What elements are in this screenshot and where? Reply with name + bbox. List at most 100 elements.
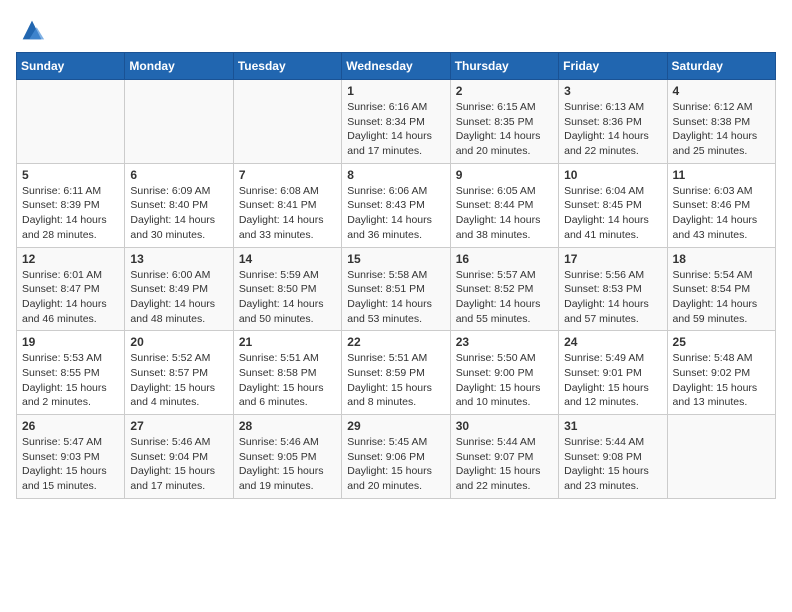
weekday-header-saturday: Saturday [667,53,775,80]
calendar-cell [125,80,233,164]
weekday-header-sunday: Sunday [17,53,125,80]
calendar-cell: 19Sunrise: 5:53 AM Sunset: 8:55 PM Dayli… [17,331,125,415]
weekday-header-wednesday: Wednesday [342,53,450,80]
calendar-cell [17,80,125,164]
calendar-cell: 13 Sunrise: 6:00 AM Sunset: 8:49 PM Dayli… [125,247,233,331]
day-info: Sunrise: 6:04 AM Sunset: 8:45 PM Dayligh… [564,184,661,243]
calendar-cell: 28 Sunrise: 5:46 AM Sunset: 9:05 PM Dayli… [233,415,341,499]
calendar-cell: 3Sunrise: 6:13 AM Sunset: 8:36 PM Daylig… [559,80,667,164]
calendar-cell [667,415,775,499]
calendar-table: SundayMondayTuesdayWednesdayThursdayFrid… [16,52,776,499]
calendar-cell: 26 Sunrise: 5:47 AM Sunset: 9:03 PM Dayli… [17,415,125,499]
calendar-cell: 11Sunrise: 6:03 AM Sunset: 8:46 PM Dayli… [667,163,775,247]
weekday-header-thursday: Thursday [450,53,558,80]
day-number: 2 [456,84,553,98]
day-info: Sunrise: 5:51 AM Sunset: 8:58 PM Dayligh… [239,351,336,410]
day-number: 5 [22,168,119,182]
day-info: Sunrise: 5:59 AM Sunset: 8:50 PM Dayligh… [239,268,336,327]
calendar-cell: 10 Sunrise: 6:04 AM Sunset: 8:45 PM Dayli… [559,163,667,247]
calendar-cell: 31 Sunrise: 5:44 AM Sunset: 9:08 PM Dayli… [559,415,667,499]
calendar-cell: 12 Sunrise: 6:01 AM Sunset: 8:47 PM Dayli… [17,247,125,331]
calendar-cell: 17 Sunrise: 5:56 AM Sunset: 8:53 PM Dayli… [559,247,667,331]
calendar-cell: 23Sunrise: 5:50 AM Sunset: 9:00 PM Dayli… [450,331,558,415]
day-info: Sunrise: 6:00 AM Sunset: 8:49 PM Dayligh… [130,268,227,327]
day-info: Sunrise: 6:06 AM Sunset: 8:43 PM Dayligh… [347,184,444,243]
calendar-cell: 25Sunrise: 5:48 AM Sunset: 9:02 PM Dayli… [667,331,775,415]
day-info: Sunrise: 6:08 AM Sunset: 8:41 PM Dayligh… [239,184,336,243]
calendar-cell: 7 Sunrise: 6:08 AM Sunset: 8:41 PM Daylig… [233,163,341,247]
day-number: 7 [239,168,336,182]
day-info: Sunrise: 6:16 AM Sunset: 8:34 PM Dayligh… [347,100,444,159]
calendar-cell: 4 Sunrise: 6:12 AM Sunset: 8:38 PM Daylig… [667,80,775,164]
day-info: Sunrise: 6:09 AM Sunset: 8:40 PM Dayligh… [130,184,227,243]
day-number: 15 [347,252,444,266]
calendar-cell: 14 Sunrise: 5:59 AM Sunset: 8:50 PM Dayli… [233,247,341,331]
day-number: 14 [239,252,336,266]
day-info: Sunrise: 6:11 AM Sunset: 8:39 PM Dayligh… [22,184,119,243]
day-info: Sunrise: 5:57 AM Sunset: 8:52 PM Dayligh… [456,268,553,327]
calendar-cell: 9 Sunrise: 6:05 AM Sunset: 8:44 PM Daylig… [450,163,558,247]
day-number: 31 [564,419,661,433]
page-header [16,16,776,44]
calendar-cell: 2 Sunrise: 6:15 AM Sunset: 8:35 PM Daylig… [450,80,558,164]
day-number: 13 [130,252,227,266]
day-number: 11 [673,168,770,182]
day-number: 20 [130,335,227,349]
day-info: Sunrise: 5:46 AM Sunset: 9:05 PM Dayligh… [239,435,336,494]
day-number: 22 [347,335,444,349]
day-number: 17 [564,252,661,266]
day-info: Sunrise: 6:15 AM Sunset: 8:35 PM Dayligh… [456,100,553,159]
day-info: Sunrise: 5:46 AM Sunset: 9:04 PM Dayligh… [130,435,227,494]
calendar-cell: 21Sunrise: 5:51 AM Sunset: 8:58 PM Dayli… [233,331,341,415]
calendar-cell: 6Sunrise: 6:09 AM Sunset: 8:40 PM Daylig… [125,163,233,247]
weekday-header-tuesday: Tuesday [233,53,341,80]
week-row-1: 1 Sunrise: 6:16 AM Sunset: 8:34 PM Daylig… [17,80,776,164]
day-number: 26 [22,419,119,433]
day-number: 24 [564,335,661,349]
calendar-cell: 22Sunrise: 5:51 AM Sunset: 8:59 PM Dayli… [342,331,450,415]
calendar-cell: 20 Sunrise: 5:52 AM Sunset: 8:57 PM Dayli… [125,331,233,415]
logo-icon [18,16,46,44]
weekday-header-monday: Monday [125,53,233,80]
day-info: Sunrise: 6:01 AM Sunset: 8:47 PM Dayligh… [22,268,119,327]
day-number: 27 [130,419,227,433]
day-number: 4 [673,84,770,98]
day-info: Sunrise: 5:44 AM Sunset: 9:08 PM Dayligh… [564,435,661,494]
week-row-3: 12 Sunrise: 6:01 AM Sunset: 8:47 PM Dayli… [17,247,776,331]
day-info: Sunrise: 5:45 AM Sunset: 9:06 PM Dayligh… [347,435,444,494]
day-info: Sunrise: 5:56 AM Sunset: 8:53 PM Dayligh… [564,268,661,327]
day-number: 9 [456,168,553,182]
day-number: 12 [22,252,119,266]
day-info: Sunrise: 5:58 AM Sunset: 8:51 PM Dayligh… [347,268,444,327]
day-number: 10 [564,168,661,182]
calendar-cell: 5 Sunrise: 6:11 AM Sunset: 8:39 PM Daylig… [17,163,125,247]
day-info: Sunrise: 5:49 AM Sunset: 9:01 PM Dayligh… [564,351,661,410]
day-number: 8 [347,168,444,182]
day-number: 23 [456,335,553,349]
week-row-4: 19Sunrise: 5:53 AM Sunset: 8:55 PM Dayli… [17,331,776,415]
day-info: Sunrise: 6:05 AM Sunset: 8:44 PM Dayligh… [456,184,553,243]
day-number: 30 [456,419,553,433]
day-info: Sunrise: 5:52 AM Sunset: 8:57 PM Dayligh… [130,351,227,410]
calendar-cell: 29Sunrise: 5:45 AM Sunset: 9:06 PM Dayli… [342,415,450,499]
day-number: 1 [347,84,444,98]
day-number: 19 [22,335,119,349]
calendar-body: 1 Sunrise: 6:16 AM Sunset: 8:34 PM Daylig… [17,80,776,499]
calendar-header: SundayMondayTuesdayWednesdayThursdayFrid… [17,53,776,80]
day-info: Sunrise: 5:54 AM Sunset: 8:54 PM Dayligh… [673,268,770,327]
weekday-header-row: SundayMondayTuesdayWednesdayThursdayFrid… [17,53,776,80]
day-info: Sunrise: 5:48 AM Sunset: 9:02 PM Dayligh… [673,351,770,410]
day-number: 18 [673,252,770,266]
calendar-cell: 1 Sunrise: 6:16 AM Sunset: 8:34 PM Daylig… [342,80,450,164]
calendar-cell: 27 Sunrise: 5:46 AM Sunset: 9:04 PM Dayli… [125,415,233,499]
calendar-cell [233,80,341,164]
day-info: Sunrise: 6:12 AM Sunset: 8:38 PM Dayligh… [673,100,770,159]
calendar-cell: 24 Sunrise: 5:49 AM Sunset: 9:01 PM Dayli… [559,331,667,415]
day-number: 28 [239,419,336,433]
day-info: Sunrise: 5:47 AM Sunset: 9:03 PM Dayligh… [22,435,119,494]
day-number: 3 [564,84,661,98]
day-info: Sunrise: 5:44 AM Sunset: 9:07 PM Dayligh… [456,435,553,494]
week-row-2: 5 Sunrise: 6:11 AM Sunset: 8:39 PM Daylig… [17,163,776,247]
calendar-cell: 8 Sunrise: 6:06 AM Sunset: 8:43 PM Daylig… [342,163,450,247]
calendar-cell: 16Sunrise: 5:57 AM Sunset: 8:52 PM Dayli… [450,247,558,331]
